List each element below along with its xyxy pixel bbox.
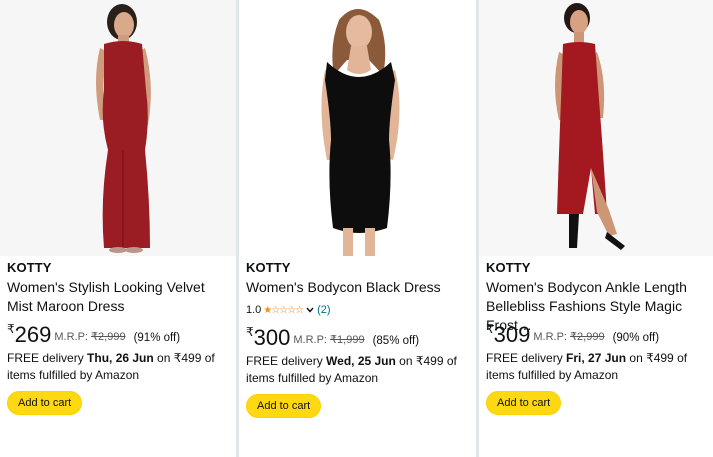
price[interactable]: 300 [254,325,291,350]
delivery-prefix: FREE delivery [246,354,327,368]
product-title-link[interactable]: Women's Bodycon Ankle Length Bellebliss … [486,278,709,333]
star-rating-icon: ★☆☆☆☆ [263,304,304,316]
maroon-maxi-dress-image [0,0,236,256]
delivery-date: Fri, 27 Jun [566,351,627,365]
product-title-link[interactable]: Women's Stylish Looking Velvet Mist Maro… [7,278,232,316]
product-image[interactable] [0,0,236,256]
mrp: M.R.P: ₹2,999 [533,330,604,343]
red-halter-slit-dress-image [479,0,713,256]
delivery-date: Wed, 25 Jun [326,354,396,368]
mrp-value: ₹2,999 [91,331,126,343]
price[interactable]: 269 [15,322,52,347]
black-bodycon-dress-image [239,0,476,256]
currency-symbol: ₹ [486,322,494,336]
brand-name: KOTTY [486,260,531,275]
mrp: M.R.P: ₹2,999 [54,330,125,343]
rating-value: 1.0 [246,304,262,316]
add-to-cart-button[interactable]: Add to cart [246,394,322,418]
mrp-label: M.R.P: [533,331,567,343]
currency-symbol: ₹ [246,325,254,339]
delivery-date: Thu, 26 Jun [87,351,154,365]
delivery-prefix: FREE delivery [486,351,567,365]
add-to-cart-button[interactable]: Add to cart [486,391,562,415]
add-to-cart-button[interactable]: Add to cart [7,391,83,415]
discount-badge: (90% off) [612,332,660,344]
product-image[interactable] [239,0,476,256]
product-card: KOTTY Women's Bodycon Black Dress 1.0 ★☆… [239,0,476,457]
delivery-info: FREE delivery Fri, 27 Jun on ₹499 of ite… [486,350,709,384]
price-row: ₹ 269 M.R.P: ₹2,999 (91% off) [7,320,232,347]
product-card: KOTTY Women's Stylish Looking Velvet Mis… [0,0,236,457]
brand-name: KOTTY [7,260,52,275]
rating-row[interactable]: 1.0 ★☆☆☆☆ (2) [246,301,472,319]
currency-symbol: ₹ [7,322,15,336]
product-image[interactable] [479,0,713,256]
price[interactable]: 309 [494,322,531,347]
product-title-link[interactable]: Women's Bodycon Black Dress [246,278,472,297]
mrp: M.R.P: ₹1,999 [293,333,364,346]
delivery-prefix: FREE delivery [7,351,88,365]
mrp-label: M.R.P: [54,331,88,343]
product-card: KOTTY Women's Bodycon Ankle Length Belle… [479,0,713,457]
mrp-value: ₹2,999 [570,331,605,343]
mrp-label: M.R.P: [293,334,327,346]
delivery-info: FREE delivery Wed, 25 Jun on ₹499 of ite… [246,353,472,387]
discount-badge: (85% off) [372,335,420,347]
price-row: ₹ 309 M.R.P: ₹2,999 (90% off) [486,320,709,347]
rating-count-link[interactable]: (2) [317,304,330,316]
mrp-value: ₹1,999 [330,334,365,346]
chevron-down-icon[interactable] [305,305,315,315]
brand-name: KOTTY [246,260,291,275]
delivery-info: FREE delivery Thu, 26 Jun on ₹499 of ite… [7,350,232,384]
discount-badge: (91% off) [133,332,181,344]
price-row: ₹ 300 M.R.P: ₹1,999 (85% off) [246,323,472,350]
